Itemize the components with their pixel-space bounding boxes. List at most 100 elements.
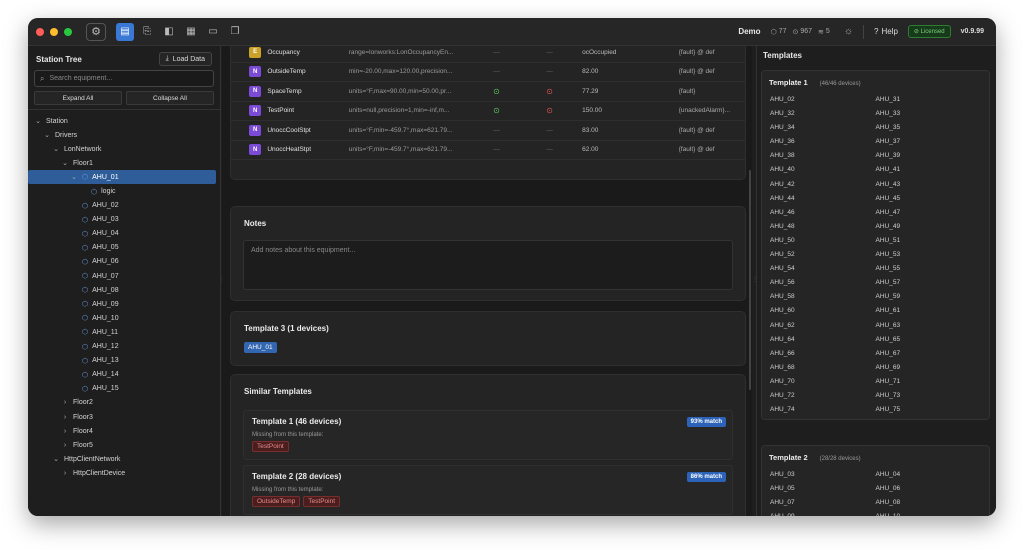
template-device[interactable]: AHU_67 xyxy=(876,350,982,364)
minimize-window-button[interactable] xyxy=(50,27,58,36)
chevron-right-icon[interactable]: › xyxy=(61,442,69,449)
tree-device[interactable]: ⬡ AHU_07 xyxy=(28,269,220,283)
template-device[interactable]: AHU_35 xyxy=(876,124,982,138)
template-device[interactable]: AHU_38 xyxy=(770,152,876,166)
chevron-down-icon[interactable]: ⌄ xyxy=(70,173,78,181)
point-row[interactable]: E Occupancy range=lonworks:LonOccupancyEn.… xyxy=(231,46,745,63)
chevron-down-icon[interactable]: ⌄ xyxy=(61,159,69,167)
chevron-down-icon[interactable]: ⌄ xyxy=(52,145,60,153)
template-device[interactable]: AHU_40 xyxy=(770,166,876,180)
point-row[interactable]: N TestPoint units=null,precision=1,min=-in… xyxy=(231,102,745,121)
template-device[interactable]: AHU_39 xyxy=(876,152,982,166)
tree-device[interactable]: ⬡ AHU_13 xyxy=(28,354,220,368)
tree-device[interactable]: ⬡ AHU_12 xyxy=(28,340,220,354)
template-device[interactable]: AHU_46 xyxy=(770,209,876,223)
template-device[interactable]: AHU_36 xyxy=(770,138,876,152)
template-device[interactable]: AHU_71 xyxy=(876,378,982,392)
template-device[interactable]: AHU_52 xyxy=(770,251,876,265)
tree-device[interactable]: ⬡ AHU_03 xyxy=(28,213,220,227)
template-device[interactable]: AHU_54 xyxy=(770,265,876,279)
template-device[interactable]: AHU_53 xyxy=(876,251,982,265)
tree-device[interactable]: ⬡ AHU_14 xyxy=(28,368,220,382)
grid-icon[interactable]: ▦ xyxy=(182,23,200,41)
theme-toggle-icon[interactable]: ☼ xyxy=(844,26,853,37)
template-device[interactable]: AHU_75 xyxy=(876,406,982,420)
tree-node[interactable]: ⌄ HttpClientNetwork xyxy=(28,452,220,466)
expand-all-button[interactable]: Expand All xyxy=(34,91,122,105)
chevron-right-icon[interactable]: › xyxy=(61,470,69,477)
template-device[interactable]: AHU_05 xyxy=(770,485,876,499)
template-device[interactable]: AHU_03 xyxy=(770,471,876,485)
template-device[interactable]: AHU_49 xyxy=(876,223,982,237)
point-row[interactable]: N SpaceTemp units=°F,max=90.00,min=50.00,p… xyxy=(231,82,745,102)
tree-node[interactable]: › HttpClientDevice xyxy=(28,466,220,480)
tree-node[interactable]: ⌄ Drivers xyxy=(28,128,220,142)
notes-textarea[interactable] xyxy=(243,240,733,290)
template-device[interactable]: AHU_06 xyxy=(876,485,982,499)
template-device[interactable]: AHU_08 xyxy=(876,499,982,513)
template-device[interactable]: AHU_64 xyxy=(770,336,876,350)
template-device[interactable]: AHU_68 xyxy=(770,364,876,378)
database-icon[interactable]: ▤ xyxy=(116,22,134,41)
template-device[interactable]: AHU_33 xyxy=(876,110,982,124)
point-row[interactable]: N UnoccHeatStpt units=°F,min=-459.7°,max=6… xyxy=(231,141,745,160)
template-device[interactable]: AHU_45 xyxy=(876,195,982,209)
template-device[interactable]: AHU_42 xyxy=(770,181,876,195)
template-device[interactable]: AHU_48 xyxy=(770,223,876,237)
template-device[interactable]: AHU_58 xyxy=(770,293,876,307)
tree-device[interactable]: ⬡ AHU_02 xyxy=(28,199,220,213)
template-device[interactable]: AHU_02 xyxy=(770,96,876,110)
chevron-down-icon[interactable]: ⌄ xyxy=(43,131,51,139)
template-device[interactable]: AHU_04 xyxy=(876,471,982,485)
template-device[interactable]: AHU_70 xyxy=(770,378,876,392)
template-device[interactable]: AHU_65 xyxy=(876,336,982,350)
template-device[interactable]: AHU_59 xyxy=(876,293,982,307)
template-device[interactable]: AHU_73 xyxy=(876,392,982,406)
template-device[interactable]: AHU_66 xyxy=(770,350,876,364)
tree-node[interactable]: › Floor2 xyxy=(28,396,220,410)
point-row[interactable]: N UnoccCoolStpt units=°F,min=-459.7°,max=6… xyxy=(231,121,745,141)
template-device[interactable]: AHU_43 xyxy=(876,181,982,195)
template-device[interactable]: AHU_62 xyxy=(770,322,876,336)
tree-node[interactable]: ⌄ LonNetwork xyxy=(28,142,220,156)
tree-device[interactable]: ⬡ AHU_06 xyxy=(28,255,220,269)
template-device[interactable]: AHU_56 xyxy=(770,279,876,293)
tree-device[interactable]: ⬡ AHU_05 xyxy=(28,241,220,255)
file-icon[interactable]: ▭ xyxy=(204,23,222,41)
similar-template-item[interactable]: Template 2 (28 devices) 86% match Missin… xyxy=(243,465,733,515)
tree-device[interactable]: ⬡ AHU_09 xyxy=(28,297,220,311)
tree-node[interactable]: › Floor3 xyxy=(28,410,220,424)
template-device[interactable]: AHU_41 xyxy=(876,166,982,180)
load-data-button[interactable]: ⤓ Load Data xyxy=(158,52,212,66)
close-window-button[interactable] xyxy=(36,27,44,36)
template-device[interactable]: AHU_74 xyxy=(770,406,876,420)
tree-device[interactable]: ⬡ AHU_11 xyxy=(28,325,220,339)
chevron-down-icon[interactable]: ⌄ xyxy=(52,455,60,463)
template-device[interactable]: AHU_34 xyxy=(770,124,876,138)
template-device[interactable]: AHU_31 xyxy=(876,96,982,110)
chevron-down-icon[interactable]: ⌄ xyxy=(34,117,42,125)
template-device[interactable]: AHU_72 xyxy=(770,392,876,406)
tree-device[interactable]: ⌄ ⬡ AHU_01 xyxy=(28,170,216,185)
tree-device[interactable]: ⬡ logic xyxy=(28,184,220,198)
template-device[interactable]: AHU_55 xyxy=(876,265,982,279)
chevron-right-icon[interactable]: › xyxy=(61,399,69,406)
bookmark-icon[interactable]: ◧ xyxy=(160,23,178,41)
template-device[interactable]: AHU_32 xyxy=(770,110,876,124)
device-chip[interactable]: AHU_01 xyxy=(244,342,277,353)
chevron-right-icon[interactable]: › xyxy=(61,414,69,421)
search-input[interactable] xyxy=(49,75,200,82)
template-device[interactable]: AHU_47 xyxy=(876,209,982,223)
template-device[interactable]: AHU_51 xyxy=(876,237,982,251)
help-button[interactable]: ? Help xyxy=(874,27,898,36)
template-device[interactable]: AHU_60 xyxy=(770,307,876,321)
similar-template-item[interactable]: Template 1 (46 devices) 93% match Missin… xyxy=(243,410,733,460)
template-device[interactable]: AHU_57 xyxy=(876,279,982,293)
tree-device[interactable]: ⬡ AHU_15 xyxy=(28,382,220,396)
template-device[interactable]: AHU_69 xyxy=(876,364,982,378)
template-device[interactable]: AHU_50 xyxy=(770,237,876,251)
template-device[interactable]: AHU_37 xyxy=(876,138,982,152)
copy-icon[interactable]: ❐ xyxy=(226,23,244,41)
tree-device[interactable]: ⬡ AHU_10 xyxy=(28,311,220,325)
point-row[interactable]: N OutsideTemp min=-20.00,max=120.00,precis… xyxy=(231,63,745,82)
